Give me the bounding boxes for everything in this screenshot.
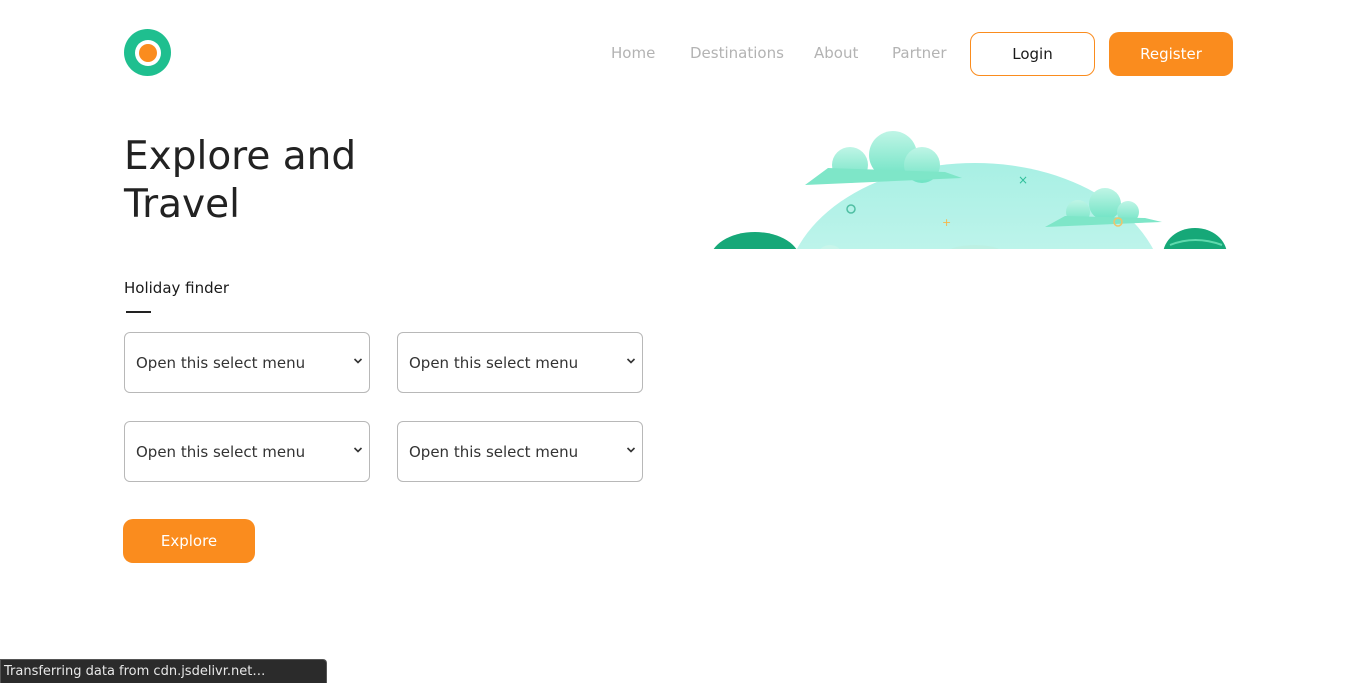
register-button[interactable]: Register (1109, 32, 1233, 76)
svg-text:+: + (942, 216, 951, 229)
svg-text:×: × (1018, 173, 1028, 187)
nav-destinations[interactable]: Destinations (690, 44, 784, 62)
explore-button[interactable]: Explore (123, 519, 255, 563)
select-menu-3[interactable]: Open this select menu (124, 421, 370, 482)
select-menu-4-value: Open this select menu (409, 442, 579, 461)
status-bar: Transferring data from cdn.jsdelivr.net… (0, 659, 327, 683)
nav-partner[interactable]: Partner (892, 44, 947, 62)
holiday-finder-label: Holiday finder (124, 279, 230, 297)
select-menu-2-value: Open this select menu (409, 353, 579, 372)
logo-dot (138, 43, 157, 62)
chevron-down-icon (353, 447, 363, 453)
cloud-left (805, 131, 962, 185)
select-menu-1[interactable]: Open this select menu (124, 332, 370, 393)
chevron-down-icon (626, 447, 636, 453)
select-menu-4[interactable]: Open this select menu (397, 421, 643, 482)
finder-underline (126, 311, 151, 313)
chevron-down-icon (626, 358, 636, 364)
globe-illustration: × + (713, 131, 1227, 249)
nav-about[interactable]: About (814, 44, 858, 62)
chevron-down-icon (353, 358, 363, 364)
hero-title-line1: Explore and (124, 134, 357, 179)
select-menu-2[interactable]: Open this select menu (397, 332, 643, 393)
select-menu-1-value: Open this select menu (136, 353, 306, 372)
hero-illustration: × + (700, 120, 1230, 249)
logo-ring-icon (134, 39, 161, 66)
login-button[interactable]: Login (970, 32, 1095, 76)
logo[interactable] (124, 29, 171, 76)
nav-home[interactable]: Home (611, 44, 655, 62)
hero-title-line2: Travel (124, 182, 240, 227)
hero-title: Explore and Travel (124, 133, 384, 229)
select-menu-3-value: Open this select menu (136, 442, 306, 461)
